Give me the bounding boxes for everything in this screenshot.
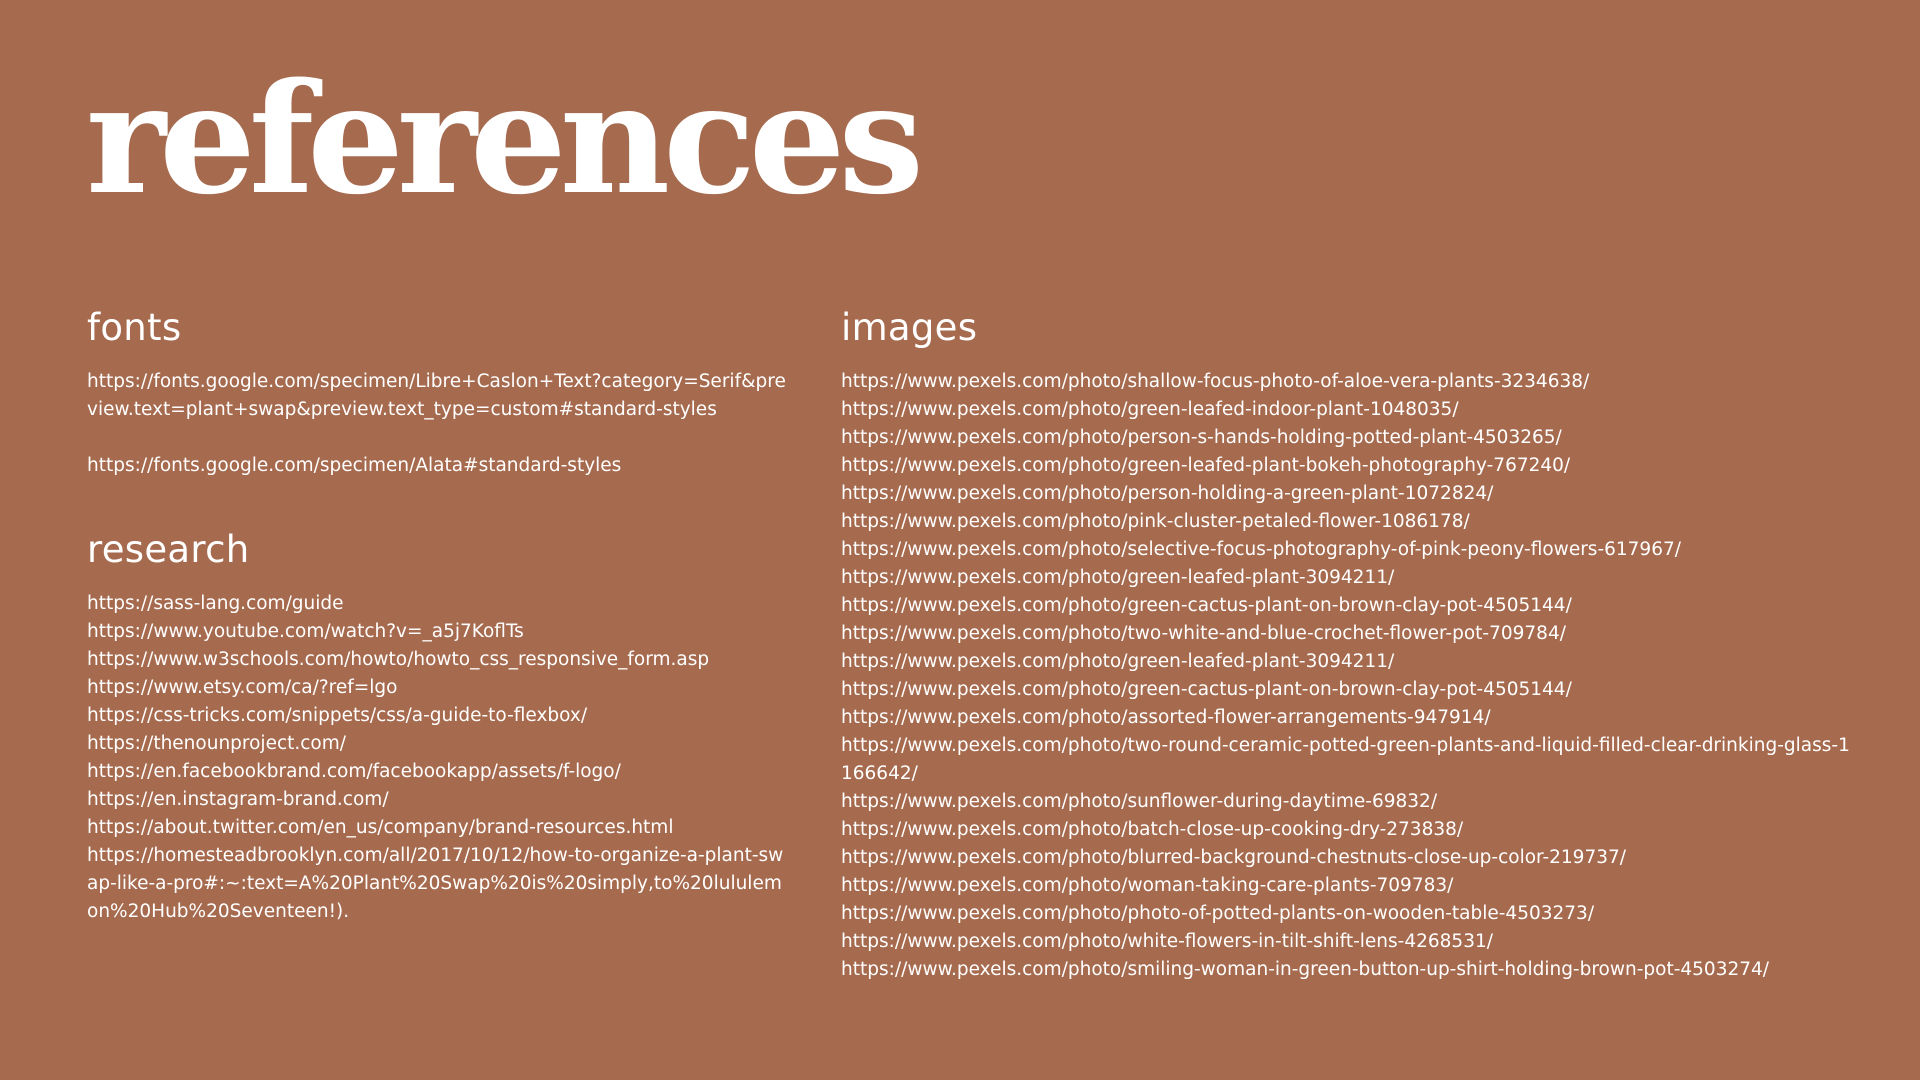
image-reference-link[interactable]: https://www.pexels.com/photo/selective-f… xyxy=(841,536,1861,564)
references-slide: references fonts https://fonts.google.co… xyxy=(0,0,1920,1080)
research-section: research https://sass-lang.com/guide htt… xyxy=(87,524,787,926)
image-reference-link[interactable]: https://www.pexels.com/photo/person-s-ha… xyxy=(841,424,1861,452)
research-reference-link[interactable]: https://en.instagram-brand.com/ xyxy=(87,786,787,814)
research-reference-link[interactable]: https://thenounproject.com/ xyxy=(87,730,787,758)
image-reference-link[interactable]: https://www.pexels.com/photo/sunflower-d… xyxy=(841,788,1861,816)
image-reference-link[interactable]: https://www.pexels.com/photo/green-cactu… xyxy=(841,676,1861,704)
research-heading: research xyxy=(87,528,250,571)
image-reference-link[interactable]: https://www.pexels.com/photo/batch-close… xyxy=(841,816,1861,844)
image-reference-link[interactable]: https://www.pexels.com/photo/smiling-wom… xyxy=(841,956,1861,984)
fonts-reference-link[interactable]: https://fonts.google.com/specimen/Alata#… xyxy=(87,452,787,480)
fonts-list: https://fonts.google.com/specimen/Libre+… xyxy=(87,368,787,480)
research-reference-link[interactable]: https://www.w3schools.com/howto/howto_cs… xyxy=(87,646,787,674)
research-reference-link[interactable]: https://sass-lang.com/guide xyxy=(87,590,787,618)
page-title: references xyxy=(86,49,924,228)
image-reference-link[interactable]: https://www.pexels.com/photo/two-round-c… xyxy=(841,732,1861,788)
image-reference-link[interactable]: https://www.pexels.com/photo/green-leafe… xyxy=(841,396,1861,424)
image-reference-link[interactable]: https://www.pexels.com/photo/green-leafe… xyxy=(841,648,1861,676)
right-column: images https://www.pexels.com/photo/shal… xyxy=(841,302,1861,984)
research-reference-link[interactable]: https://homesteadbrooklyn.com/all/2017/1… xyxy=(87,842,787,926)
fonts-reference-link[interactable]: https://fonts.google.com/specimen/Libre+… xyxy=(87,368,787,424)
image-reference-link[interactable]: https://www.pexels.com/photo/green-leafe… xyxy=(841,452,1861,480)
research-reference-link[interactable]: https://en.facebookbrand.com/facebookapp… xyxy=(87,758,787,786)
images-section: images https://www.pexels.com/photo/shal… xyxy=(841,302,1861,984)
fonts-section: fonts https://fonts.google.com/specimen/… xyxy=(87,302,787,480)
image-reference-link[interactable]: https://www.pexels.com/photo/blurred-bac… xyxy=(841,844,1861,872)
research-reference-link[interactable]: https://www.etsy.com/ca/?ref=lgo xyxy=(87,674,787,702)
image-reference-link[interactable]: https://www.pexels.com/photo/pink-cluste… xyxy=(841,508,1861,536)
research-reference-link[interactable]: https://about.twitter.com/en_us/company/… xyxy=(87,814,787,842)
image-reference-link[interactable]: https://www.pexels.com/photo/person-hold… xyxy=(841,480,1861,508)
left-column: fonts https://fonts.google.com/specimen/… xyxy=(87,302,787,926)
image-reference-link[interactable]: https://www.pexels.com/photo/assorted-fl… xyxy=(841,704,1861,732)
research-reference-link[interactable]: https://www.youtube.com/watch?v=_a5j7Kof… xyxy=(87,618,787,646)
fonts-heading: fonts xyxy=(87,306,182,349)
image-reference-link[interactable]: https://www.pexels.com/photo/green-leafe… xyxy=(841,564,1861,592)
images-heading: images xyxy=(841,306,978,349)
image-reference-link[interactable]: https://www.pexels.com/photo/woman-takin… xyxy=(841,872,1861,900)
images-list: https://www.pexels.com/photo/shallow-foc… xyxy=(841,368,1861,984)
image-reference-link[interactable]: https://www.pexels.com/photo/shallow-foc… xyxy=(841,368,1861,396)
research-reference-link[interactable]: https://css-tricks.com/snippets/css/a-gu… xyxy=(87,702,787,730)
image-reference-link[interactable]: https://www.pexels.com/photo/green-cactu… xyxy=(841,592,1861,620)
image-reference-link[interactable]: https://www.pexels.com/photo/two-white-a… xyxy=(841,620,1861,648)
image-reference-link[interactable]: https://www.pexels.com/photo/photo-of-po… xyxy=(841,900,1861,928)
research-list: https://sass-lang.com/guide https://www.… xyxy=(87,590,787,926)
image-reference-link[interactable]: https://www.pexels.com/photo/white-flowe… xyxy=(841,928,1861,956)
